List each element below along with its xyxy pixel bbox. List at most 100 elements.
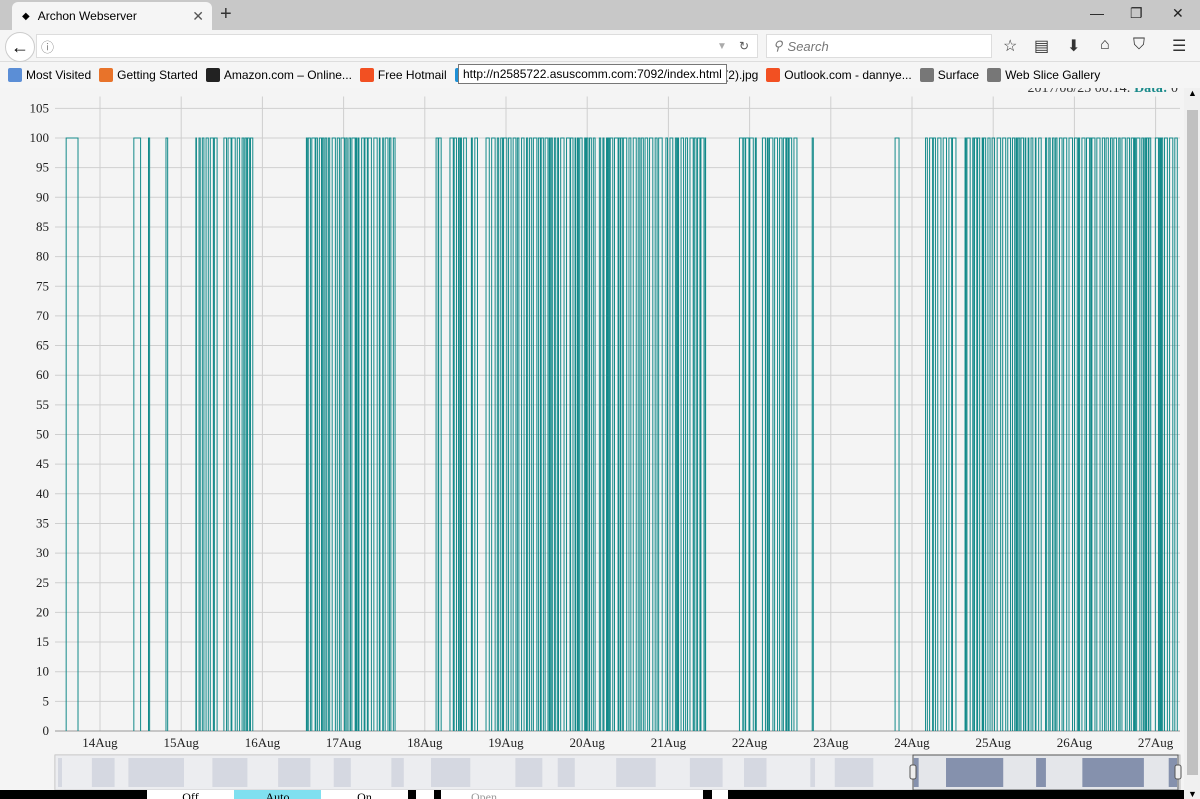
restore-icon[interactable]: ❐ [1130, 5, 1143, 22]
bookmark-label: Amazon.com – Online... [223, 68, 352, 82]
search-placeholder: Search [787, 38, 829, 54]
bookmark-label: Getting Started [117, 68, 198, 82]
y-tick-label: 25 [36, 575, 49, 590]
y-tick-label: 95 [36, 160, 49, 175]
x-tick-label: 24Aug [894, 735, 930, 750]
bookmark-item[interactable]: Getting Started [99, 68, 198, 82]
bookmark-item[interactable]: Surface [919, 68, 980, 82]
bookmark-label: (2).jpg [724, 68, 759, 82]
bookmark-label: Free Hotmail [377, 68, 447, 82]
bookmark-item[interactable]: Outlook.com - dannye... [766, 68, 912, 82]
bookmark-item[interactable]: Amazon.com – Online... [205, 68, 352, 82]
site-icon: ◆ [22, 10, 30, 22]
x-tick-label: 19Aug [488, 735, 524, 750]
open-button[interactable]: Open [441, 790, 703, 799]
navigator-handle[interactable] [1174, 764, 1182, 780]
page-content: 2017/08/23 00:14: Data: 0 0 5 10 15 20 25 30 35… [0, 88, 1184, 799]
y-tick-label: 60 [36, 367, 49, 382]
reading-list-icon[interactable]: ▤ [1034, 36, 1049, 56]
y-tick-label: 10 [36, 664, 49, 679]
x-tick-label: 21Aug [651, 735, 687, 750]
home-icon[interactable]: ⌂ [1100, 36, 1110, 54]
spacer [712, 790, 728, 799]
navigator-mask [55, 755, 913, 790]
y-tick-label: 5 [43, 693, 50, 708]
x-tick-label: 25Aug [976, 735, 1012, 750]
x-tick-label: 23Aug [813, 735, 849, 750]
close-window-icon[interactable]: ✕ [1172, 5, 1184, 22]
search-icon: ⚲ [773, 38, 783, 53]
minimize-icon[interactable]: — [1090, 5, 1104, 21]
y-tick-label: 100 [30, 130, 50, 145]
bookmark-icon [359, 68, 374, 82]
bookmark-icon [99, 68, 114, 82]
y-tick-label: 0 [43, 723, 50, 738]
bookmark-icon [987, 68, 1002, 82]
x-tick-label: 22Aug [732, 735, 768, 750]
url-input[interactable] [60, 38, 718, 54]
x-tick-label: 27Aug [1138, 735, 1174, 750]
close-tab-icon[interactable]: ✕ [192, 8, 204, 25]
bookmark-icon [8, 68, 22, 82]
y-tick-label: 15 [36, 634, 49, 649]
chart: 0 5 10 15 20 25 30 35 40 45 50 55 60 65 70 75 80 85 90 95 10… [30, 96, 1182, 791]
scroll-thumb[interactable] [1187, 110, 1198, 775]
control-bar: Off Auto On Open [0, 790, 1184, 799]
tab-archon[interactable]: ◆ Archon Webserver ✕ [12, 2, 212, 30]
bookmark-icon [766, 68, 781, 82]
x-tick-label: 16Aug [245, 735, 281, 750]
y-tick-label: 50 [36, 427, 49, 442]
navigator-series-bar [1082, 758, 1144, 787]
y-tick-label: 55 [36, 397, 49, 412]
bookmark-item[interactable]: Web Slice Gallery [987, 68, 1100, 82]
y-tick-label: 75 [36, 278, 49, 293]
bookmark-label: Surface [937, 68, 980, 82]
y-tick-label: 80 [36, 249, 49, 264]
auto-button[interactable]: Auto [234, 790, 321, 799]
tab-title: Archon Webserver [37, 9, 137, 23]
bookmark-label: Outlook.com - dannye... [784, 68, 912, 82]
y-tick-label: 85 [36, 219, 49, 234]
x-tick-label: 15Aug [164, 735, 200, 750]
bookmark-label: Web Slice Gallery [1005, 68, 1101, 82]
off-button[interactable]: Off [147, 790, 234, 799]
bookmark-item[interactable]: (2).jpg [724, 68, 758, 82]
x-tick-label: 18Aug [407, 735, 443, 750]
pocket-icon[interactable]: ⛉ [1133, 36, 1145, 54]
y-tick-label: 70 [36, 308, 49, 323]
y-tick-label: 65 [36, 338, 49, 353]
link-tooltip: http://n2585722.asuscomm.com:7092/index.… [458, 64, 727, 84]
y-tick-label: 45 [36, 456, 49, 471]
x-tick-label: 20Aug [570, 735, 606, 750]
on-button[interactable]: On [321, 790, 408, 799]
bookmark-item[interactable]: Free Hotmail [359, 68, 447, 82]
scroll-down-icon[interactable]: ▼ [1188, 789, 1197, 799]
reload-icon[interactable]: ↻ [739, 39, 749, 53]
dropdown-icon[interactable]: ▼ [717, 41, 727, 52]
menu-icon[interactable]: ☰ [1172, 36, 1186, 56]
bookmark-item[interactable]: Most Visited [8, 68, 91, 82]
bookmark-icon [919, 68, 934, 82]
navigator-handle[interactable] [909, 764, 917, 780]
nav-bar: ← ⓘ ▼ ↻ ⚲ Search ☆ ▤ ⬇ ⌂ ⛉ ☰ [0, 30, 1200, 62]
spacer [416, 790, 434, 799]
y-tick-label: 35 [36, 515, 49, 530]
download-icon[interactable]: ⬇ [1067, 36, 1080, 56]
bookmark-star-icon[interactable]: ☆ [1003, 36, 1017, 56]
y-tick-label: 30 [36, 545, 49, 560]
scrollbar[interactable]: ▲ ▼ [1184, 88, 1200, 799]
search-bar[interactable]: ⚲ Search [766, 34, 992, 58]
y-tick-label: 90 [36, 189, 49, 204]
scroll-up-icon[interactable]: ▲ [1188, 88, 1197, 98]
bookmark-icon [205, 68, 220, 82]
info-icon[interactable]: ⓘ [41, 37, 54, 56]
x-tick-label: 14Aug [82, 735, 118, 750]
x-tick-label: 26Aug [1057, 735, 1093, 750]
new-tab-button[interactable]: + [220, 3, 232, 26]
y-tick-label: 40 [36, 486, 49, 501]
url-bar[interactable]: ⓘ ▼ ↻ [36, 34, 758, 58]
back-button[interactable]: ← [5, 32, 35, 62]
tab-bar: ◆ Archon Webserver ✕ + — ❐ ✕ [0, 0, 1200, 30]
y-tick-label: 105 [30, 100, 50, 115]
navigator-series-bar [946, 758, 1004, 787]
